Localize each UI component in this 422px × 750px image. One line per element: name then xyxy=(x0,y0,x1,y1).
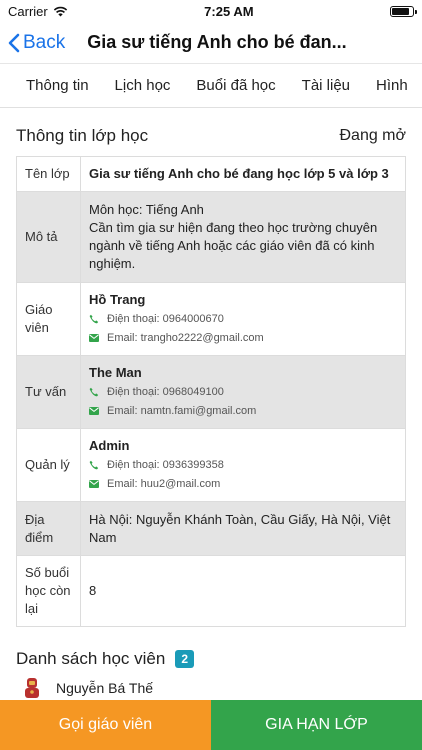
manager-email[interactable]: Email: huu2@mail.com xyxy=(89,475,397,493)
phone-icon xyxy=(89,460,99,470)
teacher-phone-text: Điện thoại: 0964000670 xyxy=(107,313,224,325)
clock: 7:25 AM xyxy=(204,3,254,19)
description-label: Mô tả xyxy=(16,191,81,283)
location-label: Địa điểm xyxy=(16,501,81,556)
manager-email-text: Email: huu2@mail.com xyxy=(107,478,221,490)
class-info-title: Thông tin lớp học xyxy=(16,126,149,145)
teacher-email-text: Email: trangho2222@gmail.com xyxy=(107,332,264,344)
status-bar: Carrier 7:25 AM xyxy=(0,0,422,22)
manager-label: Quản lý xyxy=(16,428,81,502)
page-title: Gia sư tiếng Anh cho bé đan... xyxy=(87,32,347,52)
manager-phone[interactable]: Điện thoại: 0936399358 xyxy=(89,456,397,474)
back-label: Back xyxy=(23,31,66,53)
requirement-text: Cần tìm gia sư hiện đang theo học trường… xyxy=(89,220,378,271)
class-info-header: Thông tin lớp học Đang mở xyxy=(0,108,422,156)
row-manager: Quản lý Admin Điện thoại: 0936399358 Ema… xyxy=(16,428,406,502)
remaining-sessions-value: 8 xyxy=(80,555,406,627)
class-info-table: Tên lớp Gia sư tiếng Anh cho bé đang học… xyxy=(16,156,406,627)
extend-class-button[interactable]: GIA HẠN LỚP xyxy=(211,700,422,750)
tab-info[interactable]: Thông tin xyxy=(0,77,102,94)
phone-icon xyxy=(89,387,99,397)
consultant-phone-text: Điện thoại: 0968049100 xyxy=(107,386,224,398)
teacher-phone[interactable]: Điện thoại: 0964000670 xyxy=(89,310,397,328)
manager-name: Admin xyxy=(89,438,130,453)
students-header: Danh sách học viên 2 xyxy=(0,627,422,677)
teacher-label: Giáo viên xyxy=(16,282,81,356)
row-teacher: Giáo viên Hồ Trang Điện thoại: 096400067… xyxy=(16,282,406,356)
row-consultant: Tư vấn The Man Điện thoại: 0968049100 Em… xyxy=(16,355,406,429)
battery-icon xyxy=(389,5,417,17)
student-avatar-icon xyxy=(25,678,39,698)
status-left: Carrier xyxy=(8,4,68,19)
row-class-name: Tên lớp Gia sư tiếng Anh cho bé đang học… xyxy=(16,156,406,192)
consultant-name: The Man xyxy=(89,365,142,380)
back-button[interactable]: Back xyxy=(8,32,65,54)
consultant-label: Tư vấn xyxy=(16,355,81,429)
teacher-email[interactable]: Email: trangho2222@gmail.com xyxy=(89,329,397,347)
remaining-sessions-label: Số buổi học còn lại xyxy=(16,555,81,627)
description-value: Môn học: Tiếng Anh Cần tìm gia sư hiện đ… xyxy=(80,191,406,283)
email-icon xyxy=(89,407,99,415)
manager-details: Admin Điện thoại: 0936399358 Email: huu2… xyxy=(80,428,406,502)
tab-images[interactable]: Hình xyxy=(363,77,421,94)
consultant-email[interactable]: Email: namtn.fami@gmail.com xyxy=(89,402,397,420)
bottom-action-bar: Gọi giáo viên GIA HẠN LỚP xyxy=(0,700,422,750)
consultant-email-text: Email: namtn.fami@gmail.com xyxy=(107,405,257,417)
phone-icon xyxy=(89,314,99,324)
navigation-bar: Back Gia sư tiếng Anh cho bé đan... xyxy=(0,22,422,64)
subject-line: Môn học: Tiếng Anh xyxy=(89,202,204,217)
email-icon xyxy=(89,480,99,488)
tab-schedule[interactable]: Lịch học xyxy=(102,77,184,94)
tab-documents[interactable]: Tài liệu xyxy=(289,77,363,94)
tab-bar: Thông tin Lịch học Buổi đã học Tài liệu … xyxy=(0,64,422,108)
consultant-details: The Man Điện thoại: 0968049100 Email: na… xyxy=(80,355,406,429)
tab-sessions[interactable]: Buổi đã học xyxy=(183,77,288,94)
teacher-details: Hồ Trang Điện thoại: 0964000670 Email: t… xyxy=(80,282,406,356)
class-status-label: Đang mở xyxy=(339,127,406,144)
location-value: Hà Nội: Nguyễn Khánh Toàn, Cầu Giấy, Hà … xyxy=(80,501,406,556)
consultant-phone[interactable]: Điện thoại: 0968049100 xyxy=(89,383,397,401)
manager-phone-text: Điện thoại: 0936399358 xyxy=(107,459,224,471)
teacher-name: Hồ Trang xyxy=(89,292,146,307)
row-location: Địa điểm Hà Nội: Nguyễn Khánh Toàn, Cầu … xyxy=(16,501,406,556)
row-remaining-sessions: Số buổi học còn lại 8 xyxy=(16,555,406,627)
wifi-icon xyxy=(53,6,67,16)
email-icon xyxy=(89,334,99,342)
carrier-label: Carrier xyxy=(8,3,48,19)
class-name-value: Gia sư tiếng Anh cho bé đang học lớp 5 v… xyxy=(80,156,406,192)
student-item[interactable]: Nguyễn Bá Thế xyxy=(0,677,422,699)
student-count-badge: 2 xyxy=(175,650,195,668)
row-description: Mô tả Môn học: Tiếng Anh Cần tìm gia sư … xyxy=(16,191,406,283)
student-name: Nguyễn Bá Thế xyxy=(56,680,154,696)
call-teacher-button[interactable]: Gọi giáo viên xyxy=(0,700,211,750)
chevron-left-icon xyxy=(8,33,20,52)
class-name-label: Tên lớp xyxy=(16,156,81,192)
students-title: Danh sách học viên xyxy=(16,649,166,668)
